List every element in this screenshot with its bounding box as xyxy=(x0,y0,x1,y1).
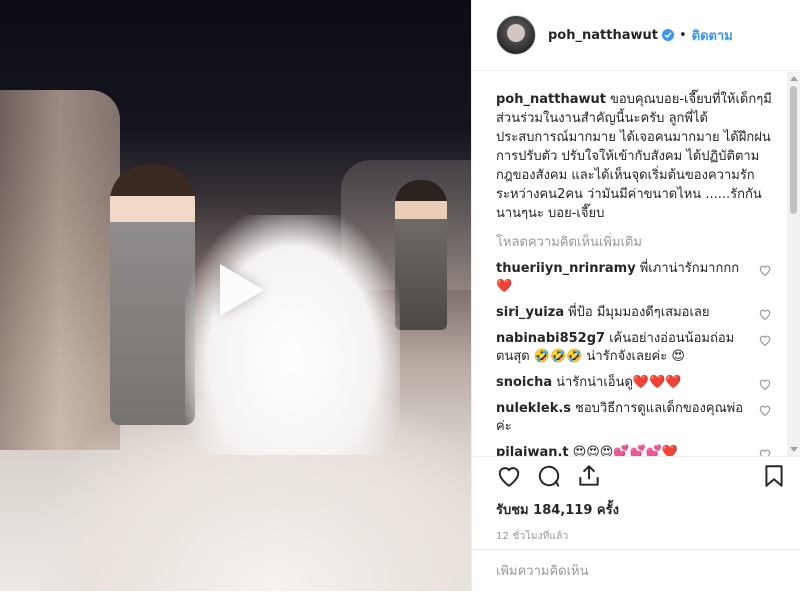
caption-text: ขอบคุณบอย-เจี๊ยบที่ให้เด็กๆมีส่วนร่วมในง… xyxy=(496,92,772,221)
play-button[interactable] xyxy=(204,258,268,322)
comment-text: น่ารักน่าเอ็นดู❤️❤️❤️ xyxy=(556,375,682,390)
scroll-up-arrow-icon[interactable] xyxy=(790,76,798,81)
heart-outline-icon[interactable] xyxy=(758,307,772,321)
comment-item: nuleklek.s ชอบวิธีการดูแลเด็กของคุณพ่อค่ะ xyxy=(496,400,772,436)
video-player[interactable] xyxy=(0,0,471,591)
header-username[interactable]: poh_natthawut xyxy=(548,28,658,43)
comment-text: 😍😍😍💕💕💕❤️ xyxy=(572,445,679,456)
comment-item: snoicha น่ารักน่าเอ็นดู❤️❤️❤️ xyxy=(496,374,772,392)
caption-username[interactable]: poh_natthawut xyxy=(496,92,606,107)
share-icon[interactable] xyxy=(576,463,602,489)
comment-username[interactable]: siri_yuiza xyxy=(496,305,564,320)
follow-button[interactable]: ติดตาม xyxy=(692,25,733,46)
comment-username[interactable]: nabinabi852g7 xyxy=(496,331,605,346)
comment-item: pilaiwan.t 😍😍😍💕💕💕❤️ xyxy=(496,444,772,456)
boy-in-suit-right xyxy=(395,180,447,330)
action-icons xyxy=(496,457,785,487)
heart-outline-icon[interactable] xyxy=(758,263,772,277)
comment-item: siri_yuiza พี่ป้อ มีมุมมองดีๆเสมอเลย xyxy=(496,304,772,322)
scroll-down-arrow-icon[interactable] xyxy=(790,447,798,452)
comment-bubble-icon[interactable] xyxy=(536,463,562,489)
post-header: poh_natthawut • ติดตาม xyxy=(472,0,800,71)
comment-username[interactable]: snoicha xyxy=(496,375,552,390)
bookmark-icon[interactable] xyxy=(761,463,787,489)
post-actions: รับชม 184,119 ครั้ง 12 ชั่วโมงที่แล้ว xyxy=(472,456,800,591)
comment-text: พี่ป้อ มีมุมมองดีๆเสมอเลย xyxy=(568,305,710,320)
comments-scrollbar[interactable] xyxy=(787,72,800,456)
add-comment-input[interactable] xyxy=(496,564,777,579)
post-sidebar: poh_natthawut • ติดตาม poh_natthawut ขอบค… xyxy=(471,0,800,591)
add-comment-box xyxy=(472,549,800,592)
heart-outline-icon[interactable] xyxy=(758,377,772,391)
view-count[interactable]: รับชม 184,119 ครั้ง xyxy=(496,499,785,520)
comment-username[interactable]: thueriiyn_nrinramy xyxy=(496,261,636,276)
comment-item: nabinabi852g7 เค้นอย่างอ่อนน้อมถ่อมตนสุด … xyxy=(496,330,772,366)
timestamp[interactable]: 12 ชั่วโมงที่แล้ว xyxy=(496,529,785,544)
separator-dot: • xyxy=(678,27,687,43)
heart-outline-icon[interactable] xyxy=(496,463,522,489)
crowd-left xyxy=(0,90,120,450)
comments-list: poh_natthawut ขอบคุณบอย-เจี๊ยบที่ให้เด็กๆ… xyxy=(472,72,788,456)
play-icon xyxy=(220,264,264,316)
avatar[interactable] xyxy=(496,15,536,55)
heart-outline-icon[interactable] xyxy=(758,447,772,456)
verified-badge-icon xyxy=(661,29,674,41)
scrollbar-thumb[interactable] xyxy=(790,86,797,214)
flower-girl-dress xyxy=(185,215,400,455)
heart-outline-icon[interactable] xyxy=(758,333,772,347)
comment-item: thueriiyn_nrinramy พี่เภาน่ารักมากกก ❤️ xyxy=(496,260,772,296)
comment-username[interactable]: nuleklek.s xyxy=(496,401,571,416)
boy-in-suit xyxy=(110,165,195,425)
caption: poh_natthawut ขอบคุณบอย-เจี๊ยบที่ให้เด็กๆ… xyxy=(496,90,772,223)
load-more-comments[interactable]: โหลดความคิดเห็นเพิ่มเติม xyxy=(496,231,772,252)
comment-username[interactable]: pilaiwan.t xyxy=(496,445,569,456)
instagram-post: poh_natthawut • ติดตาม poh_natthawut ขอบค… xyxy=(0,0,800,591)
heart-outline-icon[interactable] xyxy=(758,403,772,417)
